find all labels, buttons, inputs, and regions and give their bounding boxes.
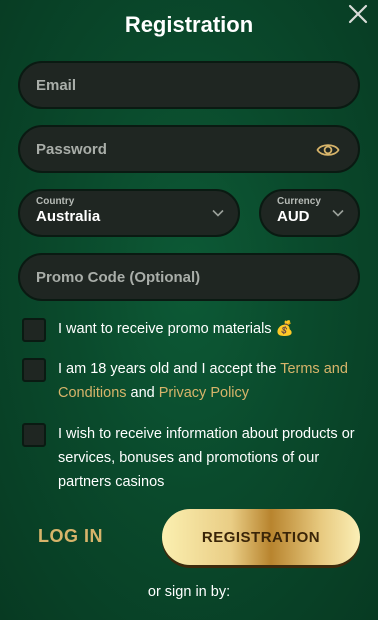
- page-title: Registration: [124, 12, 254, 37]
- password-field-wrapper: [18, 125, 360, 173]
- partners-info-row: I wish to receive information about prod…: [22, 422, 362, 494]
- email-field-wrapper: [18, 61, 360, 109]
- age-terms-row: I am 18 years old and I accept the Terms…: [22, 357, 362, 405]
- promo-code-field-wrapper: [18, 253, 360, 301]
- login-button[interactable]: LOG IN: [38, 526, 103, 547]
- password-input[interactable]: [36, 140, 342, 158]
- promo-materials-row: I want to receive promo materials 💰: [22, 317, 362, 342]
- partners-info-label: I wish to receive information about prod…: [58, 426, 355, 490]
- eye-icon[interactable]: [316, 139, 340, 161]
- email-input[interactable]: [36, 76, 342, 94]
- chevron-down-icon: [332, 209, 344, 217]
- currency-label: Currency: [277, 196, 321, 207]
- registration-button[interactable]: REGISTRATION: [162, 509, 360, 565]
- country-select[interactable]: Country Australia: [18, 189, 240, 237]
- promo-materials-label: I want to receive promo materials 💰: [58, 321, 294, 337]
- country-label: Country: [36, 196, 75, 207]
- age-terms-label: I am 18 years old and I accept the Terms…: [58, 361, 348, 401]
- age-terms-checkbox[interactable]: [22, 358, 46, 382]
- sign-in-by-label: or sign in by:: [147, 584, 231, 600]
- chevron-down-icon: [212, 209, 224, 217]
- money-bag-icon: 💰: [275, 321, 294, 337]
- country-value: Australia: [36, 208, 101, 225]
- privacy-policy-link[interactable]: Privacy Policy: [159, 385, 249, 401]
- partners-info-checkbox[interactable]: [22, 423, 46, 447]
- promo-code-input[interactable]: [36, 268, 342, 286]
- currency-select[interactable]: Currency AUD: [259, 189, 360, 237]
- promo-materials-checkbox[interactable]: [22, 318, 46, 342]
